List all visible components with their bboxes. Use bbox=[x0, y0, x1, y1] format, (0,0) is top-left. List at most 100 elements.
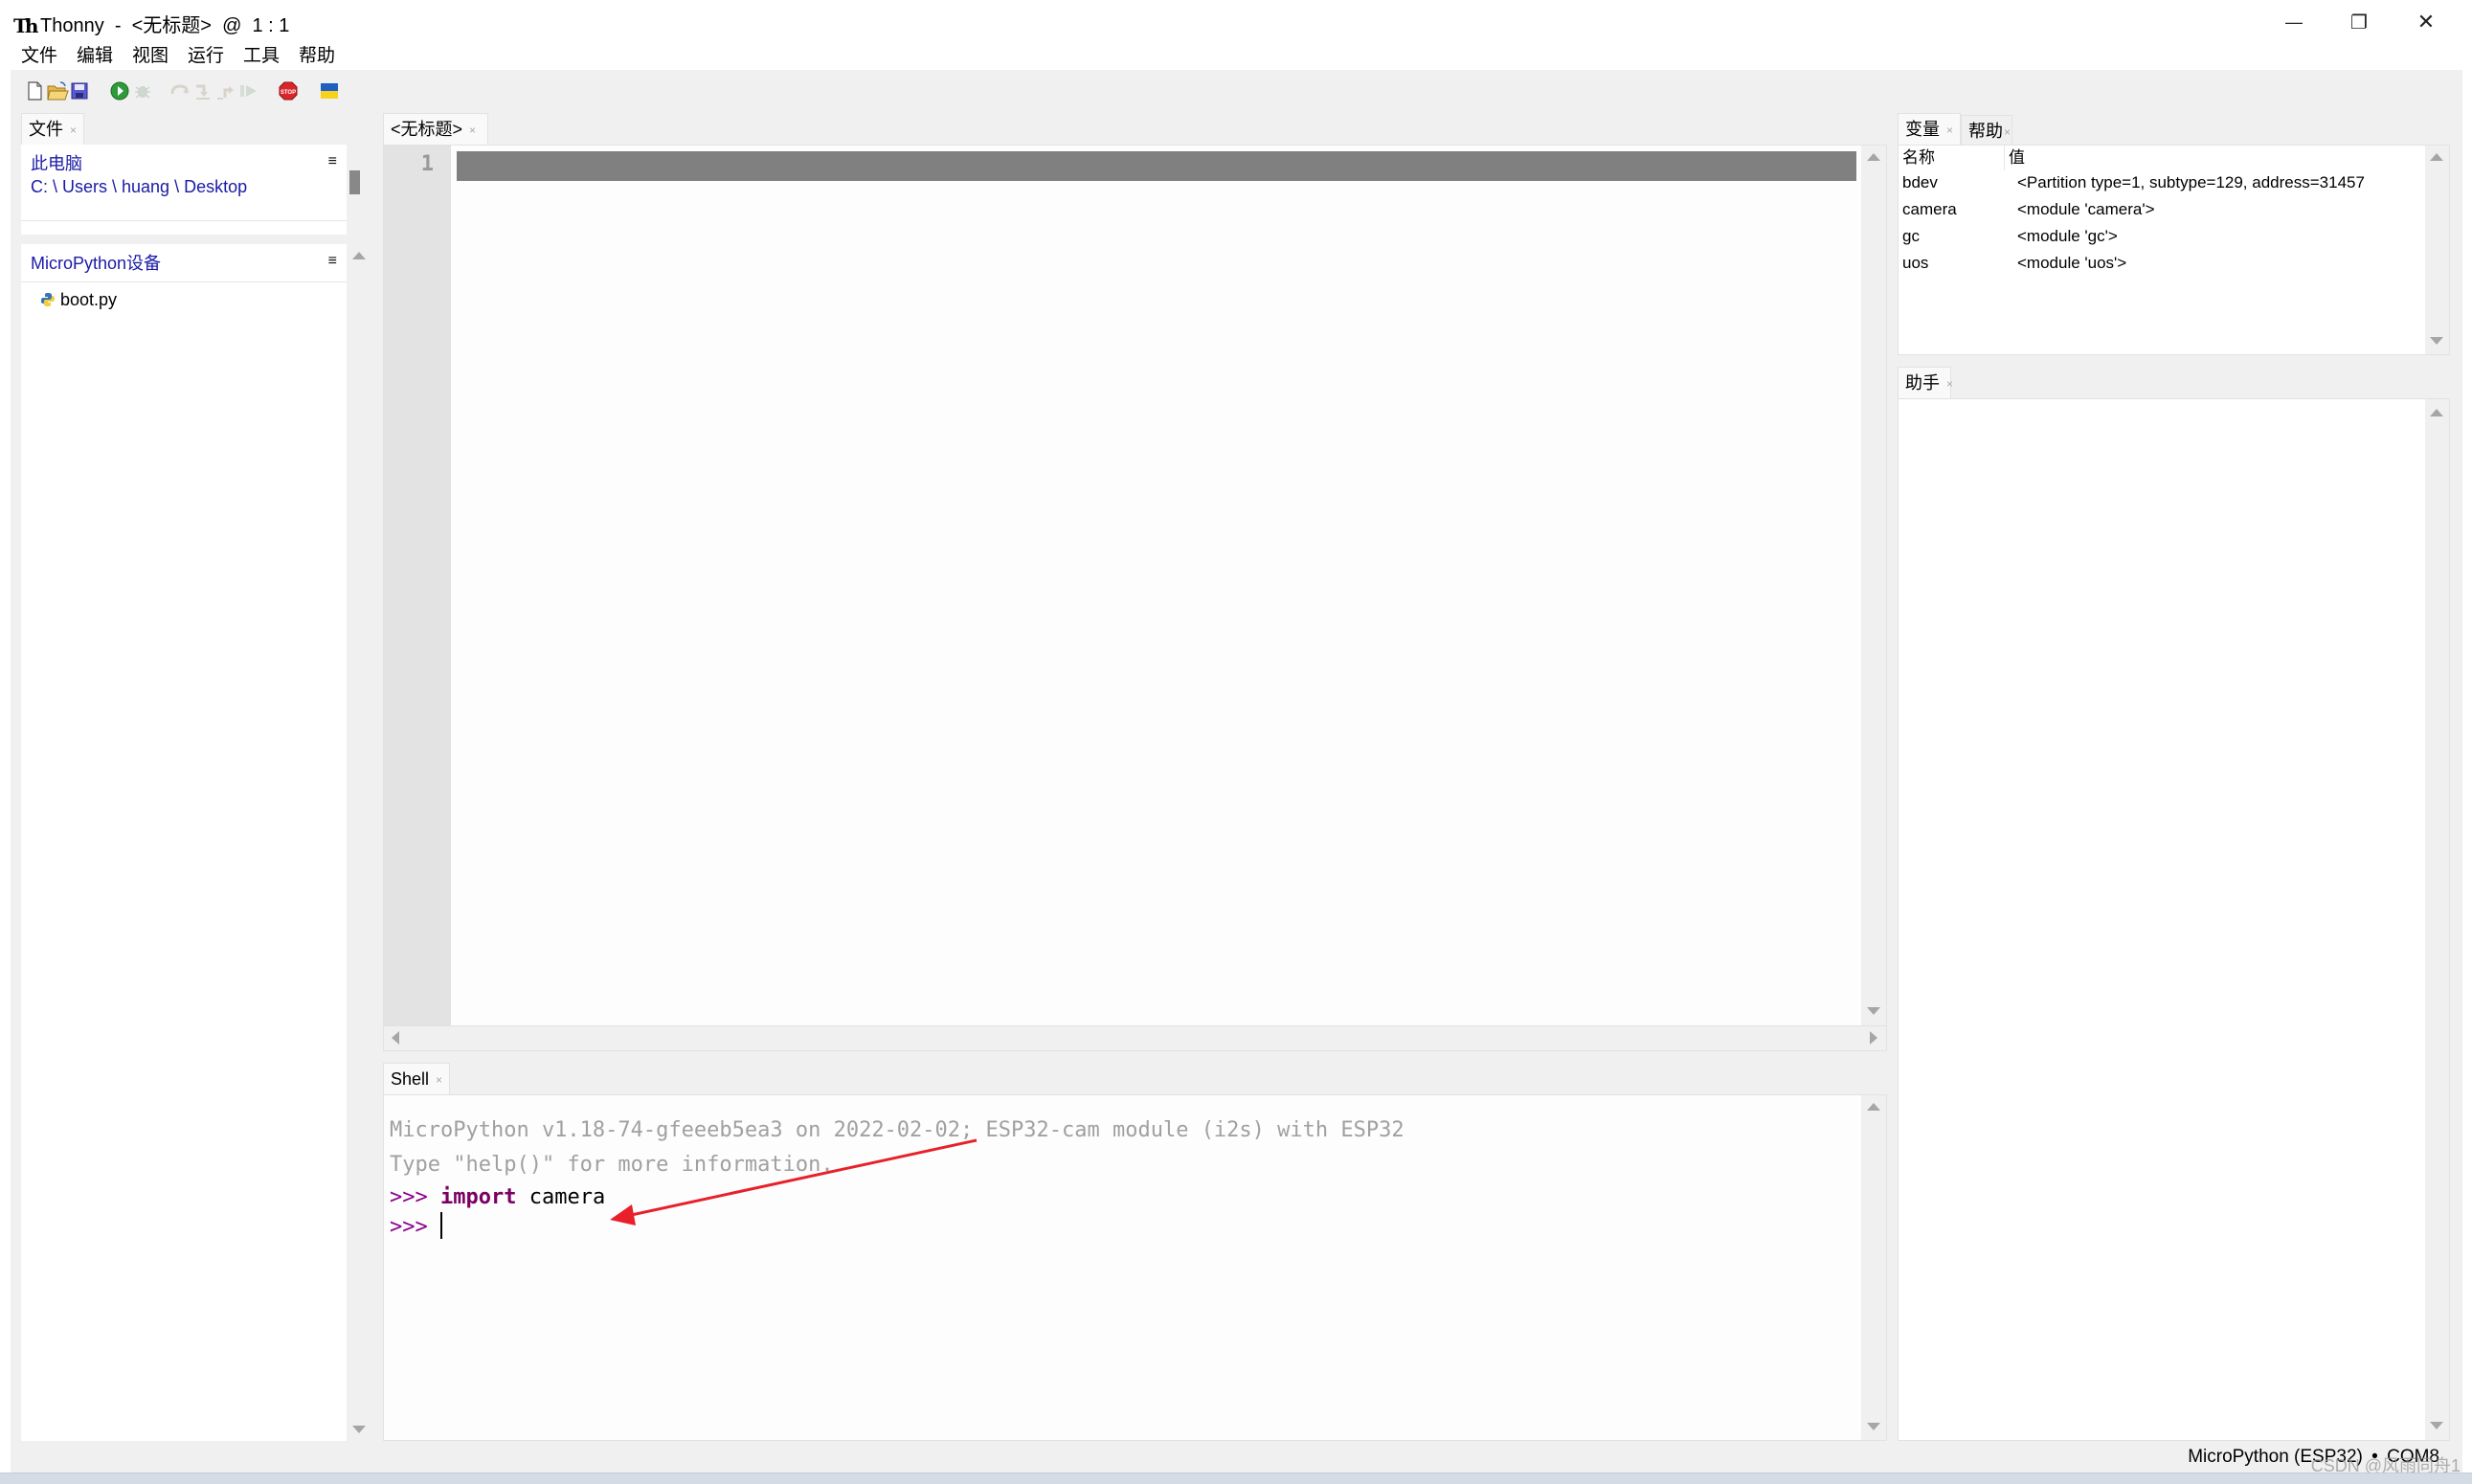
this-computer-section: 此电脑 C: \ Users \ huang \ Desktop ≡ bbox=[21, 145, 347, 221]
assistant-scrollbar[interactable] bbox=[2425, 399, 2449, 1440]
shell-prompt: >>> bbox=[390, 1215, 440, 1239]
step-into-icon bbox=[196, 84, 210, 100]
scroll-right-icon[interactable] bbox=[1870, 1031, 1877, 1045]
menu-help[interactable]: 帮助 bbox=[299, 44, 335, 69]
menu-file[interactable]: 文件 bbox=[21, 44, 57, 69]
variables-pane: 名称 值 bdev <Partition type=1, subtype=129,… bbox=[1898, 145, 2450, 355]
file-list-spacer bbox=[21, 221, 347, 235]
step-over-icon bbox=[170, 84, 189, 95]
tab-variables[interactable]: 变量 × bbox=[1898, 113, 1961, 145]
python-file-icon bbox=[41, 293, 55, 306]
scroll-down-icon[interactable] bbox=[352, 1426, 366, 1433]
menu-edit[interactable]: 编辑 bbox=[77, 44, 113, 69]
step-over-button[interactable] bbox=[169, 80, 190, 101]
column-header-value[interactable]: 值 bbox=[2004, 146, 2025, 170]
shell-help-line: Type "help()" for more information. bbox=[390, 1153, 834, 1177]
minimize-icon: — bbox=[2285, 11, 2303, 32]
close-tab-icon[interactable]: × bbox=[70, 124, 77, 137]
current-path[interactable]: C: \ Users \ huang \ Desktop bbox=[31, 175, 247, 198]
file-item[interactable]: boot.py bbox=[40, 286, 117, 313]
variable-name: gc bbox=[1902, 227, 1920, 245]
step-out-icon bbox=[217, 86, 234, 100]
variables-scrollbar[interactable] bbox=[2425, 146, 2449, 354]
close-tab-icon[interactable]: × bbox=[436, 1073, 442, 1087]
scroll-up-icon[interactable] bbox=[352, 252, 366, 259]
tab-untitled[interactable]: <无标题> × bbox=[383, 113, 488, 145]
tab-files-label: 文件 bbox=[29, 120, 63, 139]
tab-shell[interactable]: Shell × bbox=[383, 1063, 450, 1094]
thonny-logo-icon: Th bbox=[13, 14, 38, 37]
title-bar: Th Thonny - <无标题> @ 1 : 1 — ❐ ✕ bbox=[0, 0, 2472, 44]
editor-hscrollbar[interactable] bbox=[383, 1026, 1887, 1051]
close-tab-icon[interactable]: × bbox=[469, 124, 476, 137]
tab-assistant-label: 助手 bbox=[1905, 373, 1940, 393]
save-icon bbox=[71, 82, 88, 100]
window-title: Thonny - <无标题> @ 1 : 1 bbox=[40, 15, 290, 36]
menu-view[interactable]: 视图 bbox=[132, 44, 169, 69]
tab-help[interactable]: 帮助× bbox=[1961, 115, 2012, 146]
tab-assistant[interactable]: 助手 × bbox=[1898, 367, 1953, 398]
taskbar-strip bbox=[0, 1473, 2472, 1484]
files-panel: 此电脑 C: \ Users \ huang \ Desktop ≡ Micro… bbox=[21, 145, 371, 1441]
files-scrollbar[interactable] bbox=[347, 244, 371, 1441]
toolbar: STOP bbox=[11, 70, 2462, 110]
variable-name: camera bbox=[1902, 200, 1957, 218]
scroll-down-icon[interactable] bbox=[2430, 1422, 2443, 1429]
variable-value: <Partition type=1, subtype=129, address=… bbox=[2017, 173, 2365, 191]
support-ukraine-button[interactable] bbox=[319, 80, 340, 101]
save-file-button[interactable] bbox=[69, 80, 90, 101]
device-menu-icon[interactable]: ≡ bbox=[328, 252, 337, 271]
tab-files[interactable]: 文件 × bbox=[21, 113, 84, 145]
menu-run[interactable]: 运行 bbox=[188, 44, 224, 69]
files-scrollbar-top[interactable] bbox=[347, 145, 371, 235]
scroll-up-icon[interactable] bbox=[2430, 409, 2443, 416]
shell-banner-line: MicroPython v1.18-74-gfeeeb5ea3 on 2022-… bbox=[390, 1118, 1405, 1142]
tab-variables-label: 变量 bbox=[1905, 120, 1940, 139]
scroll-up-icon[interactable] bbox=[1867, 1103, 1880, 1111]
close-icon: ✕ bbox=[2416, 10, 2436, 34]
variables-table: 名称 值 bdev <Partition type=1, subtype=129,… bbox=[1899, 146, 2425, 354]
resume-icon bbox=[240, 85, 257, 97]
variable-name: bdev bbox=[1902, 173, 1938, 191]
resume-button[interactable] bbox=[238, 80, 259, 101]
shell-keyword: import bbox=[439, 1185, 517, 1209]
close-tab-icon[interactable]: × bbox=[2004, 125, 2011, 139]
new-file-button[interactable] bbox=[24, 80, 45, 101]
variable-name: uos bbox=[1902, 254, 1929, 272]
stop-button[interactable]: STOP bbox=[278, 80, 299, 101]
step-out-button[interactable] bbox=[215, 80, 236, 101]
open-file-button[interactable] bbox=[46, 80, 69, 101]
shell-scrollbar[interactable] bbox=[1861, 1095, 1886, 1440]
assistant-pane bbox=[1898, 398, 2450, 1441]
column-header-name[interactable]: 名称 bbox=[1902, 146, 1935, 170]
run-icon bbox=[110, 81, 129, 101]
tab-help-label: 帮助 bbox=[1968, 122, 2003, 141]
close-button[interactable]: ✕ bbox=[2393, 0, 2459, 44]
scroll-thumb[interactable] bbox=[349, 170, 360, 194]
close-tab-icon[interactable]: × bbox=[1946, 377, 1953, 391]
minimize-button[interactable]: — bbox=[2261, 0, 2326, 44]
current-line-highlight[interactable] bbox=[457, 151, 1856, 181]
menu-tools[interactable]: 工具 bbox=[243, 44, 280, 69]
editor-vscrollbar[interactable] bbox=[1861, 146, 1886, 1025]
scroll-left-icon[interactable] bbox=[392, 1031, 399, 1045]
scroll-down-icon[interactable] bbox=[1867, 1423, 1880, 1430]
restore-button[interactable]: ❐ bbox=[2326, 0, 2392, 44]
scroll-down-icon[interactable] bbox=[1867, 1007, 1880, 1015]
scroll-up-icon[interactable] bbox=[2430, 153, 2443, 161]
this-computer-menu-icon[interactable]: ≡ bbox=[328, 152, 337, 171]
debug-button[interactable] bbox=[132, 80, 153, 101]
shell-input-line[interactable]: >>> bbox=[390, 1212, 442, 1242]
scroll-up-icon[interactable] bbox=[1867, 153, 1880, 161]
line-number-gutter: 1 bbox=[384, 146, 451, 1025]
device-header[interactable]: MicroPython设备 bbox=[31, 252, 161, 275]
ukraine-flag-icon bbox=[321, 83, 338, 99]
variable-value: <module 'uos'> bbox=[2017, 254, 2127, 272]
scroll-down-icon[interactable] bbox=[2430, 337, 2443, 345]
close-tab-icon[interactable]: × bbox=[1946, 124, 1953, 137]
shell-pane[interactable]: MicroPython v1.18-74-gfeeeb5ea3 on 2022-… bbox=[383, 1094, 1887, 1441]
run-button[interactable] bbox=[109, 80, 130, 101]
step-into-button[interactable] bbox=[192, 80, 213, 101]
this-computer-header[interactable]: 此电脑 bbox=[31, 152, 82, 175]
new-file-icon bbox=[28, 81, 42, 101]
